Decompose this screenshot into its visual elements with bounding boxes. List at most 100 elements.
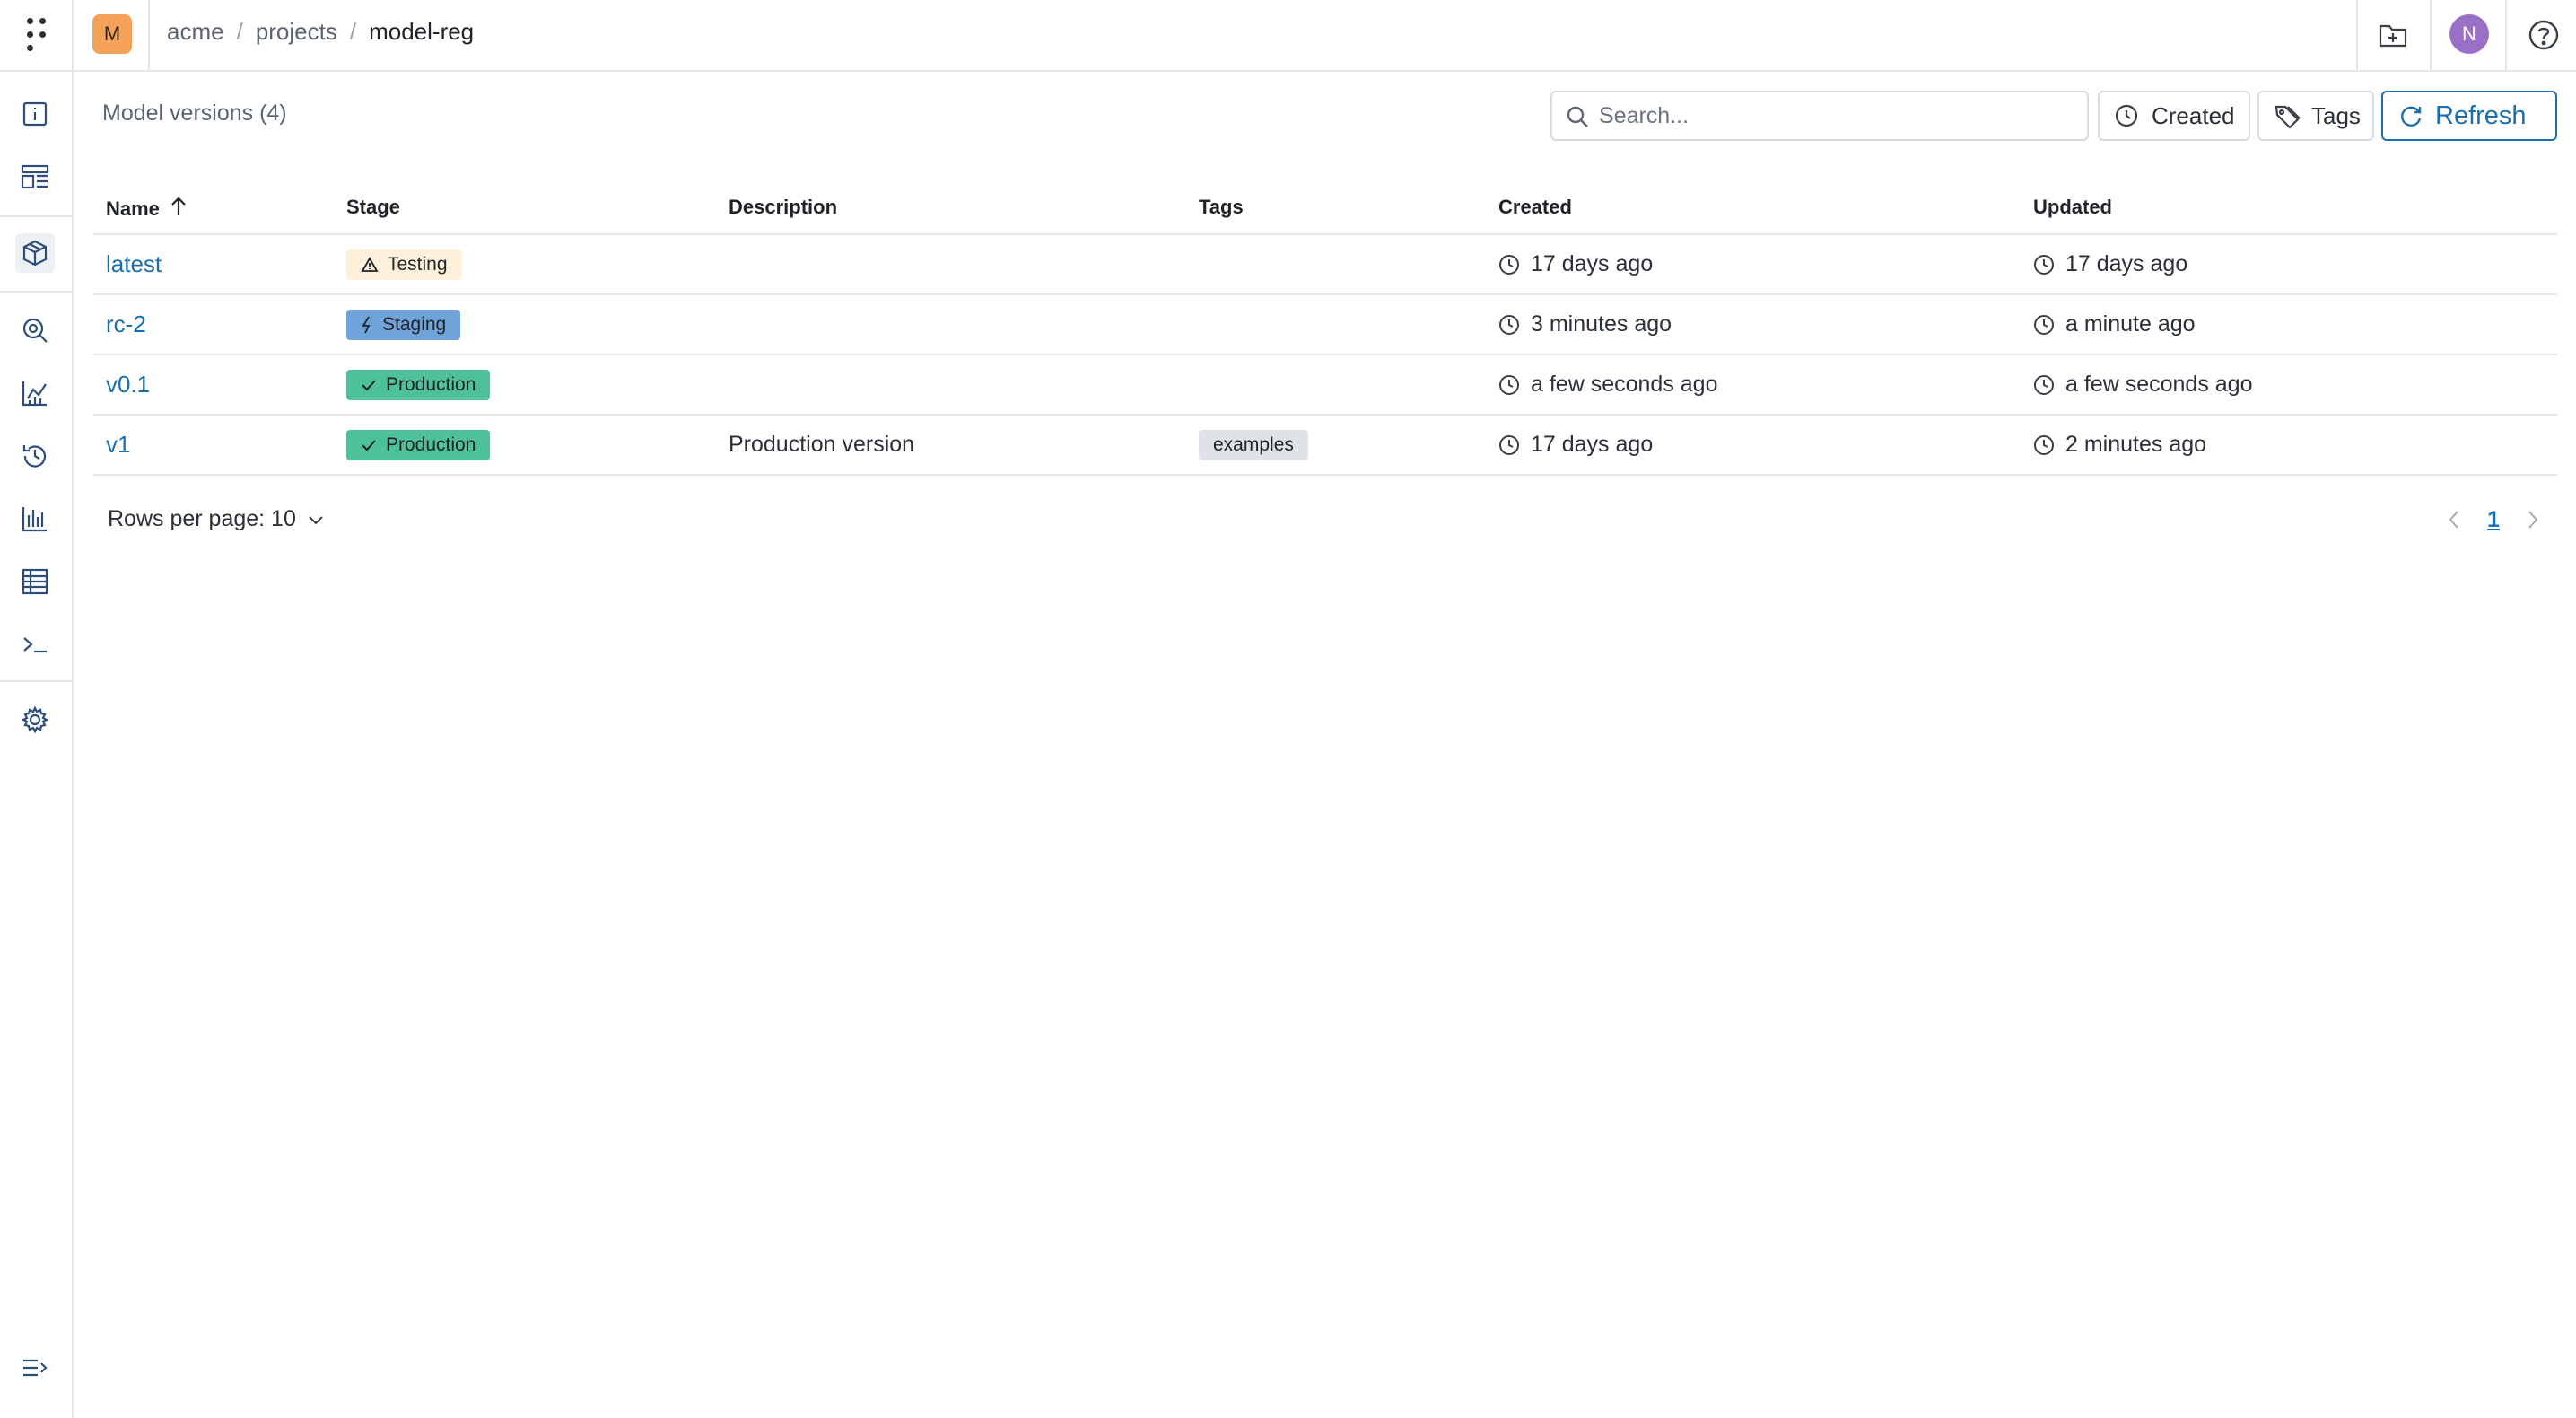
refresh-icon <box>2397 103 2424 130</box>
updated-time: a minute ago <box>2065 311 2196 337</box>
sidebar-divider <box>0 291 72 293</box>
table-icon[interactable] <box>15 562 55 601</box>
check-icon <box>362 439 376 451</box>
info-icon[interactable] <box>15 94 55 134</box>
breadcrumb-item-current: model-reg <box>369 18 475 45</box>
search-input[interactable] <box>1599 102 2065 129</box>
stage-badge: Production <box>346 369 491 400</box>
clock-icon <box>2034 434 2054 455</box>
breadcrumb-item-projects[interactable]: projects <box>256 18 337 46</box>
column-header-name[interactable]: Name <box>106 196 188 223</box>
column-header-description[interactable]: Description <box>729 196 837 219</box>
tag-icon <box>2274 103 2301 130</box>
version-name-link[interactable]: v1 <box>106 431 130 459</box>
breadcrumb-item-acme[interactable]: acme <box>167 18 224 46</box>
clock-icon <box>1499 314 1519 335</box>
tag-chip[interactable]: examples <box>1199 429 1308 460</box>
created-time: a few seconds ago <box>1531 372 1718 397</box>
model-versions-table: Name Stage Description Tags Created Upda… <box>93 179 2557 476</box>
column-header-created[interactable]: Created <box>1498 196 1572 219</box>
pagination: 1 <box>2444 506 2543 533</box>
refresh-label: Refresh <box>2435 101 2527 130</box>
divider <box>2505 0 2507 70</box>
expand-sidebar-icon[interactable] <box>15 1348 55 1387</box>
clock-icon <box>2114 103 2141 130</box>
column-header-stage[interactable]: Stage <box>346 196 400 219</box>
rows-per-page-label: Rows per page: 10 <box>108 506 296 531</box>
stage-label: Production <box>386 373 476 395</box>
next-page-icon[interactable] <box>2523 506 2543 533</box>
metrics-icon[interactable] <box>15 499 55 538</box>
column-header-updated[interactable]: Updated <box>2033 196 2112 219</box>
breadcrumb-separator: / <box>349 18 357 45</box>
clock-icon <box>2034 374 2054 395</box>
table-row[interactable]: v1 Production Production version example… <box>93 416 2557 476</box>
analytics-icon[interactable] <box>15 373 55 413</box>
stage-badge: Testing <box>346 249 462 280</box>
tags-filter-button[interactable]: Tags <box>2257 91 2374 141</box>
search-box[interactable] <box>1550 91 2089 141</box>
stage-label: Staging <box>382 313 447 335</box>
created-time: 17 days ago <box>1531 251 1654 276</box>
warning-icon <box>361 256 379 272</box>
previous-page-icon[interactable] <box>2444 506 2464 533</box>
org-badge[interactable]: M <box>92 14 132 54</box>
version-name-link[interactable]: latest <box>106 250 162 278</box>
terminal-icon[interactable] <box>15 625 55 664</box>
sidebar-divider <box>0 680 72 682</box>
sidebar <box>0 72 74 1418</box>
clock-icon <box>1499 374 1519 395</box>
clock-icon <box>2034 254 2054 275</box>
divider <box>2430 0 2432 70</box>
breadcrumb-separator: / <box>236 18 243 45</box>
settings-icon[interactable] <box>15 700 55 740</box>
search-icon <box>1565 104 1590 129</box>
new-folder-icon[interactable] <box>2374 16 2412 54</box>
history-icon[interactable] <box>15 436 55 476</box>
version-name-link[interactable]: rc-2 <box>106 311 146 338</box>
divider <box>2356 0 2358 70</box>
sort-ascending-icon <box>169 196 188 223</box>
table-header: Name Stage Description Tags Created Upda… <box>93 179 2557 235</box>
created-time: 17 days ago <box>1531 432 1654 457</box>
page-number-current[interactable]: 1 <box>2487 507 2500 533</box>
stage-badge: Staging <box>346 309 461 340</box>
refresh-button[interactable]: Refresh <box>2381 91 2557 141</box>
tags-filter-label: Tags <box>2311 101 2361 129</box>
explore-icon[interactable] <box>15 311 55 350</box>
check-icon <box>362 379 376 390</box>
stage-badge: Production <box>346 429 491 460</box>
description-cell: Production version <box>729 432 915 457</box>
divider <box>148 0 150 70</box>
rows-per-page-select[interactable]: Rows per page: 10 <box>108 506 325 532</box>
clock-icon <box>1499 434 1519 455</box>
column-header-tags[interactable]: Tags <box>1199 196 1244 219</box>
table-row[interactable]: latest Testing 17 days ago 17 days ago <box>93 235 2557 295</box>
clock-icon <box>1499 254 1519 275</box>
help-icon[interactable] <box>2525 16 2563 54</box>
created-filter-label: Created <box>2152 101 2235 129</box>
models-icon[interactable] <box>15 233 55 273</box>
column-header-name-label: Name <box>106 197 160 220</box>
layout-icon[interactable] <box>15 157 55 197</box>
app-menu-icon[interactable] <box>23 16 50 54</box>
created-filter-button[interactable]: Created <box>2098 91 2250 141</box>
sidebar-divider <box>0 215 72 217</box>
chevron-down-icon <box>309 515 323 524</box>
breadcrumb: acme / projects / model-reg <box>167 18 474 46</box>
table-row[interactable]: v0.1 Production a few seconds ago a few … <box>93 355 2557 416</box>
top-bar: M acme / projects / model-reg N <box>0 0 2576 72</box>
updated-time: 2 minutes ago <box>2065 432 2207 457</box>
stage-label: Production <box>386 433 476 455</box>
updated-time: 17 days ago <box>2065 251 2188 276</box>
divider <box>72 0 74 70</box>
stage-label: Testing <box>388 253 448 275</box>
clock-icon <box>2034 314 2054 335</box>
table-row[interactable]: rc-2 Staging 3 minutes ago a minute ago <box>93 295 2557 355</box>
page-title: Model versions (4) <box>102 101 287 126</box>
created-time: 3 minutes ago <box>1531 311 1672 337</box>
updated-time: a few seconds ago <box>2065 372 2253 397</box>
bolt-icon <box>362 316 371 333</box>
avatar[interactable]: N <box>2449 14 2489 54</box>
version-name-link[interactable]: v0.1 <box>106 371 150 398</box>
